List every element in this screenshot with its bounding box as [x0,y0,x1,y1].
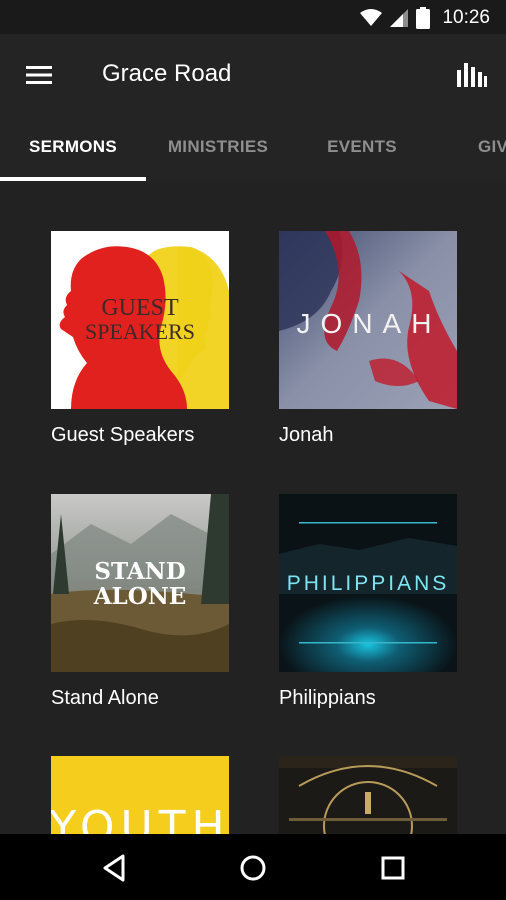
home-icon[interactable] [233,848,273,888]
bar-chart-icon[interactable] [456,58,488,90]
artwork-text-guest: GUEST [101,295,179,321]
series-card-guest-speakers[interactable]: GUEST SPEAKERS Guest Speakers [51,231,229,447]
artwork-text-jonah: JONAH [297,308,442,339]
artwork-text-alone: ALONE [93,583,187,610]
series-card-youth[interactable]: YOUTH [51,756,229,834]
system-nav-bar [0,834,506,900]
tab-sermons[interactable]: SERMONS [0,116,146,182]
series-artwork-guest-speakers: GUEST SPEAKERS [51,231,229,409]
series-title: Stand Alone [51,687,159,709]
status-bar: 10:26 [0,0,506,34]
series-card-dark[interactable] [279,756,457,834]
series-artwork-stand-alone: STAND ALONE [51,494,229,672]
series-title: Guest Speakers [51,424,195,446]
artwork-text-stand: STAND [94,558,185,585]
series-title: Philippians [279,687,376,709]
series-title: Jonah [279,424,334,446]
sermon-series-grid: GUEST SPEAKERS Guest Speakers JONAH Jona… [0,182,506,834]
tab-ministries[interactable]: MINISTRIES [146,116,290,182]
series-card-philippians[interactable]: PHILIPPIANS Philippians [279,494,457,710]
app-bar: Grace Road [0,34,506,116]
series-card-jonah[interactable]: JONAH Jonah [279,231,457,447]
artwork-text-speakers: SPEAKERS [85,319,195,344]
cell-signal-icon [390,9,409,27]
tab-events[interactable]: EVENTS [290,116,434,182]
series-artwork-jonah: JONAH [279,231,457,409]
artwork-text-philippians: PHILIPPIANS [287,572,450,595]
menu-icon[interactable] [24,60,54,90]
artwork-text-youth: YOUTH [51,802,229,834]
app-title: Grace Road [102,60,232,87]
tab-give[interactable]: GIVE [434,116,506,182]
back-icon[interactable] [95,848,135,888]
series-artwork-youth: YOUTH [51,756,229,834]
series-artwork-dark [279,756,457,834]
battery-icon [416,7,431,29]
status-time: 10:26 [442,7,490,28]
tab-indicator [0,177,146,181]
tab-bar: SERMONS MINISTRIES EVENTS GIVE [0,116,506,182]
recents-icon[interactable] [373,848,413,888]
wifi-icon [360,9,383,26]
series-artwork-philippians: PHILIPPIANS [279,494,457,672]
series-card-stand-alone[interactable]: STAND ALONE Stand Alone [51,494,229,710]
